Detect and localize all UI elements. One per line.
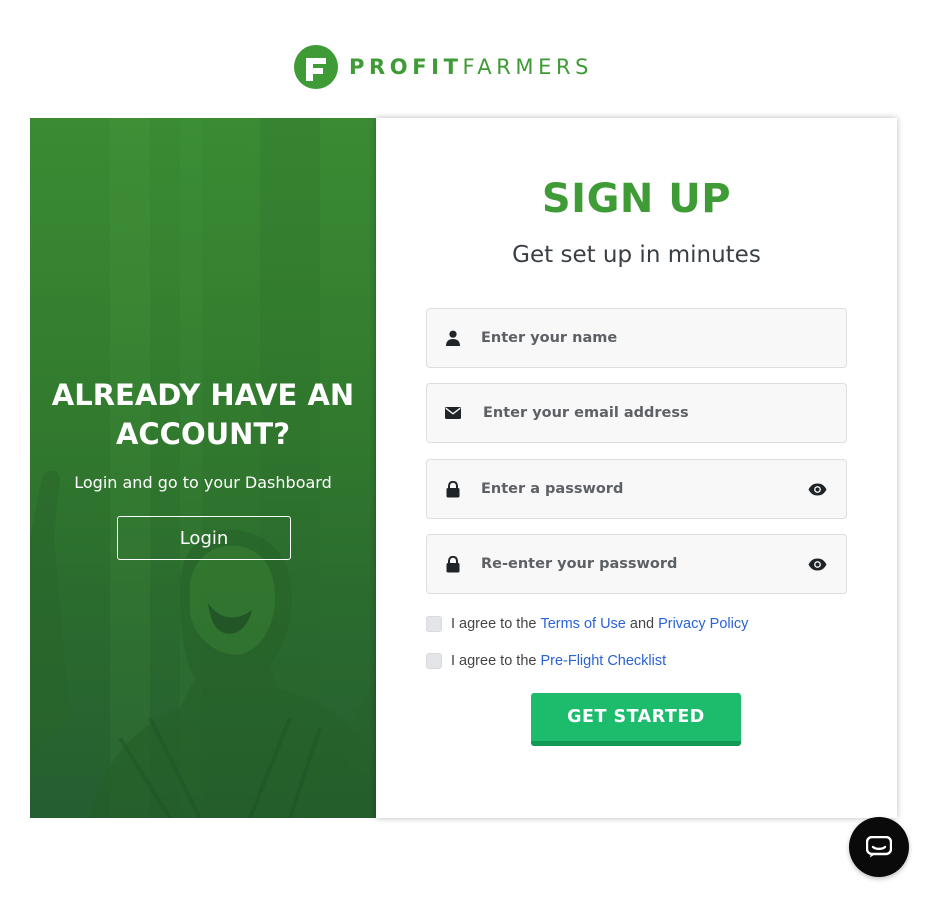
chat-launcher-button[interactable] <box>849 817 909 877</box>
name-field <box>426 308 847 368</box>
get-started-button[interactable]: GET STARTED <box>531 693 741 746</box>
login-button[interactable]: Login <box>117 516 291 560</box>
heading-line-1: ALREADY HAVE AN <box>51 378 355 412</box>
checklist-agreement-row: I agree to the Pre-Flight Checklist <box>426 653 670 669</box>
checklist-prefix: I agree to the <box>451 653 537 669</box>
terms-prefix: I agree to the <box>451 616 537 632</box>
brand-name: PROFITFARMERS <box>349 54 594 79</box>
terms-agreement-row: I agree to the Terms of Use and Privacy … <box>426 616 752 632</box>
lock-icon <box>445 555 461 572</box>
envelope-icon <box>445 405 461 421</box>
privacy-policy-link[interactable]: Privacy Policy <box>658 616 748 632</box>
password-field <box>426 459 847 519</box>
signup-subtitle: Get set up in minutes <box>512 242 761 268</box>
brand-logo[interactable]: PROFITFARMERS <box>293 44 593 90</box>
pre-flight-checklist-link[interactable]: Pre-Flight Checklist <box>540 653 666 669</box>
brand-name-light: FARMERS <box>462 54 594 79</box>
name-input[interactable] <box>481 309 801 367</box>
terms-of-use-link[interactable]: Terms of Use <box>540 616 625 632</box>
brand-name-bold: PROFIT <box>349 54 463 79</box>
eye-icon[interactable] <box>808 557 828 571</box>
profitfarmers-logo-icon <box>294 45 338 89</box>
signup-card: SIGN UP Get set up in minutes Enter your… <box>376 118 897 818</box>
user-icon <box>445 330 461 346</box>
terms-and-text: and <box>629 616 655 632</box>
checklist-checkbox[interactable] <box>426 653 442 669</box>
terms-checkbox[interactable] <box>426 616 442 632</box>
login-promo-panel: ALREADY HAVE AN ACCOUNT? Login and go to… <box>30 118 376 818</box>
password-input[interactable] <box>481 460 801 518</box>
already-have-account-heading: ALREADY HAVE AN ACCOUNT? <box>30 376 376 454</box>
email-field <box>426 383 847 443</box>
login-subtitle: Login and go to your Dashboard <box>74 473 332 492</box>
signup-title: SIGN UP <box>541 176 732 222</box>
heading-line-2: ACCOUNT? <box>115 417 291 451</box>
confirm-password-input[interactable] <box>481 535 801 593</box>
lock-icon <box>445 480 461 497</box>
confirm-password-field <box>426 534 847 594</box>
eye-icon[interactable] <box>808 482 828 496</box>
chat-bubble-icon <box>866 836 892 858</box>
email-input[interactable] <box>483 384 803 442</box>
